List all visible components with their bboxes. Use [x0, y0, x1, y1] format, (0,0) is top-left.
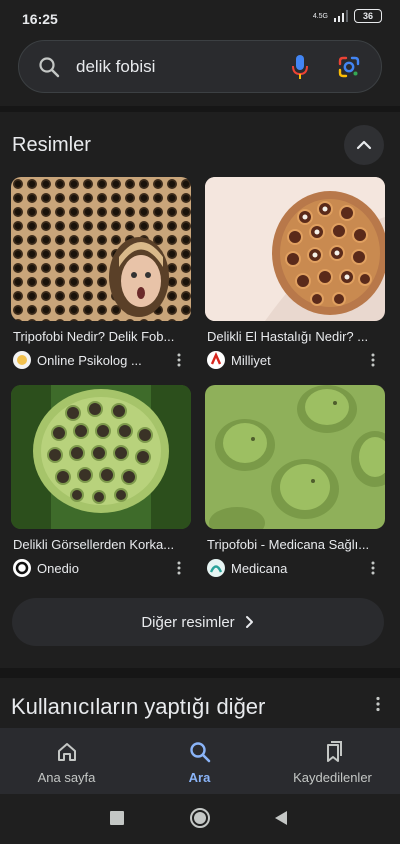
signal-icon: [334, 10, 348, 22]
back-icon[interactable]: [274, 810, 288, 826]
image-result-title[interactable]: Delikli Görsellerden Korka...: [11, 537, 189, 552]
lotus-pod-image: [11, 385, 191, 529]
image-source-name: Milliyet: [231, 352, 271, 368]
image-result-title[interactable]: Tripofobi Nedir? Delik Fob...: [11, 329, 189, 344]
more-vert-icon[interactable]: [171, 352, 187, 368]
home-button-icon[interactable]: [189, 807, 211, 829]
nav-label: Ana sayfa: [37, 770, 96, 785]
battery-icon: 36: [354, 9, 382, 23]
status-time: 16:25: [22, 11, 58, 27]
lotus-seed-closeup-image: [205, 385, 385, 529]
bottom-navigation: Ana sayfa Ara Kaydedilenler: [0, 728, 400, 794]
network-type: 4.5G: [312, 12, 328, 20]
nav-home[interactable]: Ana sayfa: [0, 728, 133, 794]
section-title: Resimler: [12, 134, 91, 156]
chevron-up-icon: [356, 140, 372, 150]
image-source-name: Medicana: [231, 560, 288, 576]
images-section: Resimler Tripofobi Nedir? Delik Fob... O…: [0, 112, 400, 668]
more-vert-icon[interactable]: [370, 696, 386, 712]
image-thumbnail[interactable]: [205, 177, 385, 321]
nav-label: Kaydedilenler: [293, 770, 372, 785]
collapse-button[interactable]: [344, 125, 384, 165]
search-icon: [39, 57, 60, 78]
nav-saved[interactable]: Kaydedilenler: [266, 728, 399, 794]
honeycomb-face-image: [11, 177, 191, 321]
more-vert-icon[interactable]: [365, 352, 381, 368]
recents-icon[interactable]: [110, 811, 124, 825]
more-vert-icon[interactable]: [365, 560, 381, 576]
image-source: Onedio: [11, 559, 191, 577]
google-lens-icon[interactable]: [337, 55, 361, 79]
image-source: Milliyet: [205, 351, 385, 369]
image-source-name: Online Psikolog ...: [37, 352, 142, 368]
image-source: Online Psikolog ...: [11, 351, 191, 369]
nav-search[interactable]: Ara: [133, 728, 266, 794]
image-thumbnail[interactable]: [205, 385, 385, 529]
onedio-logo: [13, 559, 31, 577]
mic-icon[interactable]: [291, 54, 309, 80]
image-result[interactable]: Tripofobi Nedir? Delik Fob... Online Psi…: [11, 177, 191, 369]
system-navigation-bar: [0, 794, 400, 844]
search-input[interactable]: delik fobisi: [76, 57, 155, 77]
image-thumbnail[interactable]: [11, 385, 191, 529]
milliyet-logo: [207, 351, 225, 369]
medicana-logo: [207, 559, 225, 577]
image-result-title[interactable]: Tripofobi - Medicana Sağlı...: [205, 537, 383, 552]
image-result[interactable]: Delikli El Hastalığı Nedir? ... Milliyet: [205, 177, 385, 369]
section-title: Kullanıcıların yaptığı diğer: [11, 694, 266, 719]
battery-level: 36: [362, 11, 373, 21]
image-result[interactable]: Delikli Görsellerden Korka... Onedio: [11, 385, 191, 577]
image-source-name: Onedio: [37, 560, 79, 576]
image-source: Medicana: [205, 559, 385, 577]
bookmarks-icon: [326, 741, 342, 762]
image-result[interactable]: Tripofobi - Medicana Sağlı... Medicana: [205, 385, 385, 577]
section-divider: [0, 668, 400, 678]
chevron-right-icon: [245, 616, 253, 628]
more-vert-icon[interactable]: [171, 560, 187, 576]
search-bar[interactable]: delik fobisi: [18, 40, 382, 93]
more-images-label: Diğer resimler: [141, 613, 235, 631]
image-thumbnail[interactable]: [11, 177, 191, 321]
search-icon: [189, 742, 210, 763]
status-bar: 16:25 4.5G 36: [0, 0, 400, 36]
skin-holes-image: [205, 177, 385, 321]
online-psikolog-logo: [13, 351, 31, 369]
status-icons: 4.5G 36: [313, 9, 382, 23]
home-icon: [57, 743, 76, 761]
image-result-title[interactable]: Delikli El Hastalığı Nedir? ...: [205, 329, 383, 344]
nav-label: Ara: [188, 770, 211, 785]
more-images-button[interactable]: Diğer resimler: [12, 598, 384, 646]
